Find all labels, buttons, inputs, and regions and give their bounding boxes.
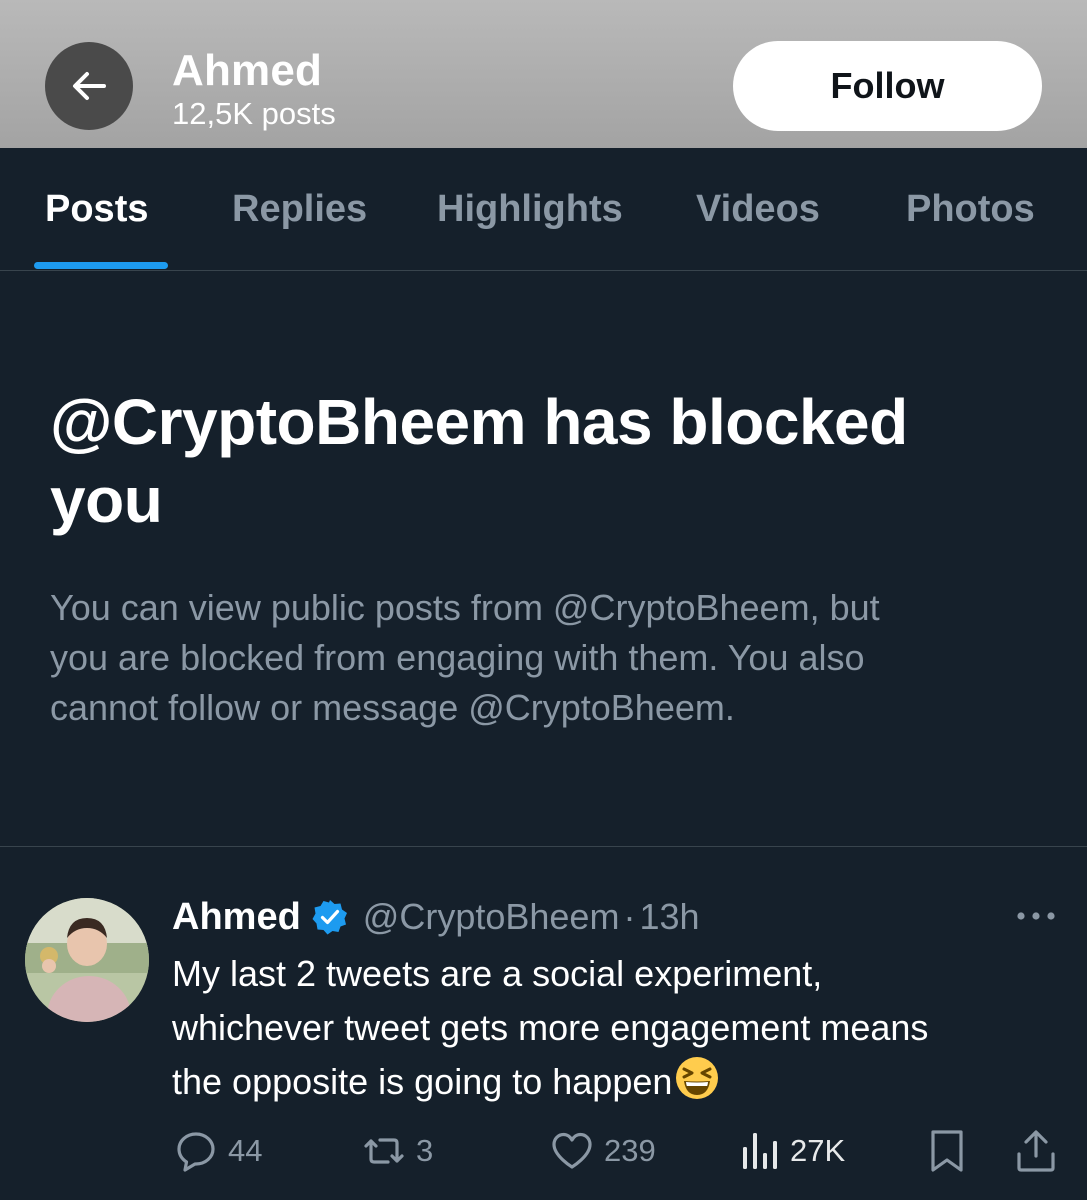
tabs-divider xyxy=(0,270,1087,271)
header-name: Ahmed xyxy=(172,46,323,95)
tweet-header: Ahmed @CryptoBheem · 13h xyxy=(172,893,700,941)
back-arrow-icon xyxy=(73,72,106,100)
tweet-text-line3: the opposite is going to happen xyxy=(172,1061,673,1102)
grinning-squinting-face-emoji-icon xyxy=(674,1055,720,1101)
blocked-description-line3: cannot follow or message @CryptoBheem. xyxy=(50,687,735,728)
tab-posts[interactable]: Posts xyxy=(45,188,148,231)
blocked-title-line2: you xyxy=(50,464,163,536)
header-posts-count: 12,5K posts xyxy=(172,96,336,131)
tweet-author-name[interactable]: Ahmed xyxy=(172,896,301,939)
repost-count: 3 xyxy=(416,1133,434,1168)
bookmark-button[interactable] xyxy=(927,1128,967,1174)
reply-button[interactable]: 44 xyxy=(174,1128,262,1174)
bookmark-icon xyxy=(931,1130,963,1172)
repost-button[interactable]: 3 xyxy=(362,1128,433,1174)
avatar[interactable] xyxy=(25,898,149,1022)
tab-replies[interactable]: Replies xyxy=(232,188,367,231)
reply-count: 44 xyxy=(228,1133,263,1168)
tab-videos[interactable]: Videos xyxy=(696,188,820,231)
verified-badge-icon xyxy=(311,898,349,936)
like-icon xyxy=(552,1132,592,1169)
repost-icon xyxy=(364,1138,404,1164)
blocked-description-line1: You can view public posts from @CryptoBh… xyxy=(50,587,880,628)
tweet-text: My last 2 tweets are a social experiment… xyxy=(172,947,1072,1109)
like-count: 239 xyxy=(604,1133,656,1168)
tweet-separator: · xyxy=(623,896,636,937)
blocked-description-line2: you are blocked from engaging with them.… xyxy=(50,637,865,678)
views-icon xyxy=(743,1133,777,1169)
share-button[interactable] xyxy=(1014,1128,1058,1174)
active-tab-indicator xyxy=(34,262,168,269)
back-button[interactable] xyxy=(45,42,133,130)
section-divider xyxy=(0,846,1087,847)
more-icon[interactable] xyxy=(1014,906,1058,926)
share-icon xyxy=(1017,1130,1055,1172)
reply-icon xyxy=(177,1132,215,1172)
tab-photos[interactable]: Photos xyxy=(906,188,1035,231)
follow-button[interactable]: Follow xyxy=(733,41,1042,131)
avatar-photo xyxy=(25,898,149,1022)
tab-highlights[interactable]: Highlights xyxy=(437,188,623,231)
like-button[interactable]: 239 xyxy=(550,1128,656,1174)
blocked-title: @CryptoBheem has blocked you xyxy=(50,383,1050,539)
views-count: 27K xyxy=(790,1133,846,1168)
tweet-text-line1: My last 2 tweets are a social experiment… xyxy=(172,953,823,994)
tweet-handle[interactable]: @CryptoBheem xyxy=(363,896,620,938)
tweet-text-line2: whichever tweet gets more engagement mea… xyxy=(172,1007,929,1048)
tweet-time[interactable]: 13h xyxy=(639,896,699,938)
blocked-description: You can view public posts from @CryptoBh… xyxy=(50,583,1050,733)
views-button[interactable]: 27K xyxy=(740,1128,845,1174)
profile-tabs: Posts Replies Highlights Videos Photos xyxy=(0,148,1087,271)
profile-header: Ahmed 12,5K posts Follow xyxy=(0,0,1087,148)
blocked-title-line1: @CryptoBheem has blocked xyxy=(50,386,908,458)
profile-screen: Ahmed 12,5K posts Follow Posts Replies H… xyxy=(0,0,1087,1200)
